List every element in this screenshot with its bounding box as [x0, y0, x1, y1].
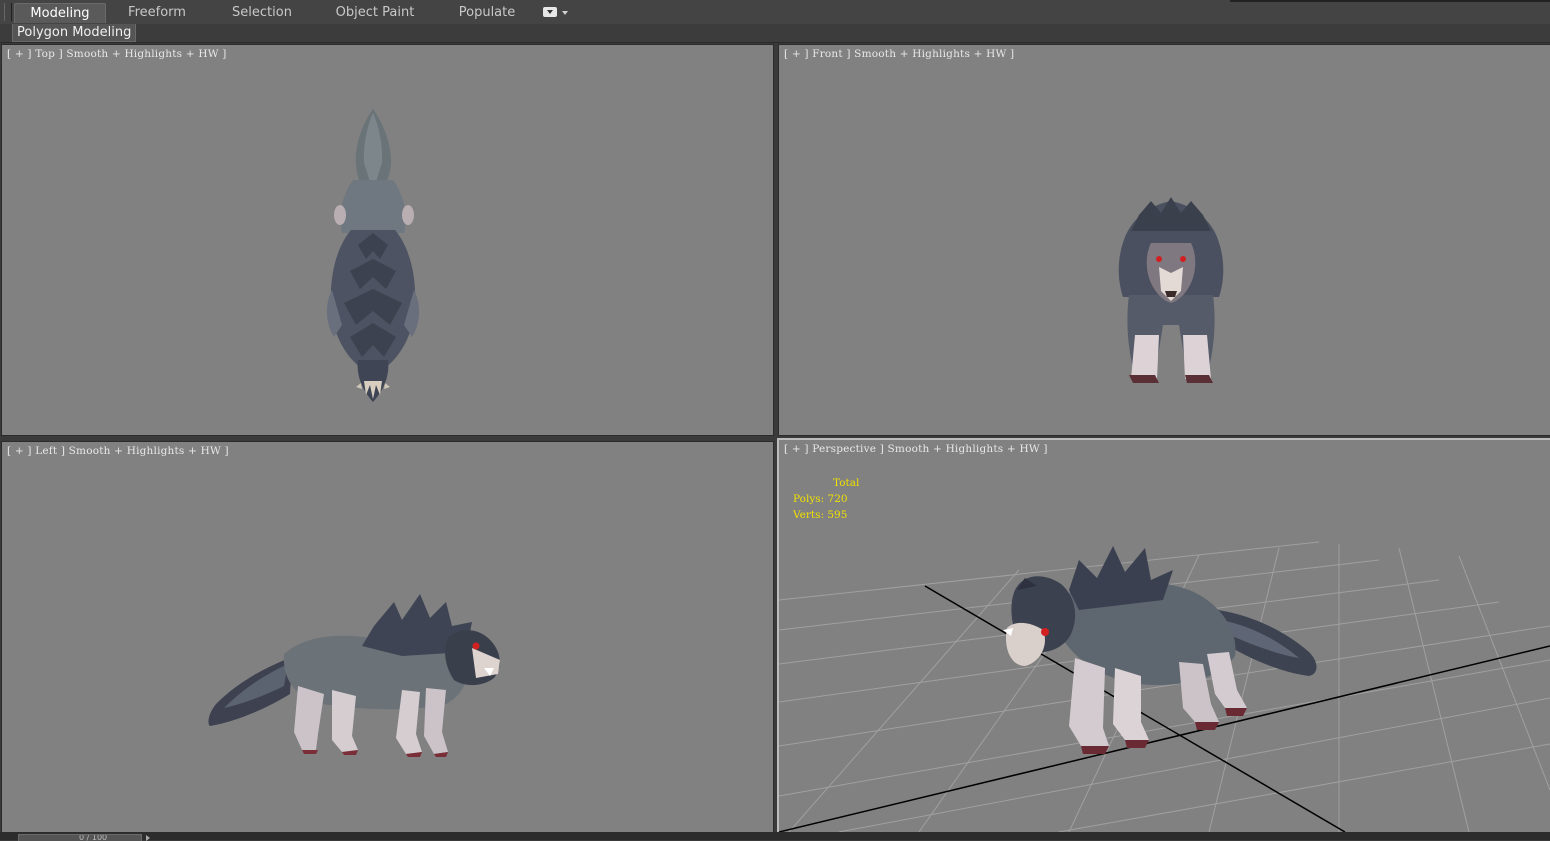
- stats-verts-row: Verts: 595: [793, 507, 859, 523]
- viewport-top[interactable]: [ + ] Top ] Smooth + Highlights + HW ]: [1, 44, 774, 436]
- viewport-left-label[interactable]: [ + ] Left ] Smooth + Highlights + HW ]: [7, 445, 229, 457]
- bottom-status-bar: [0, 832, 1550, 840]
- tab-freeform[interactable]: Freeform: [112, 3, 202, 22]
- tab-modeling[interactable]: Modeling: [14, 3, 106, 23]
- viewport-perspective[interactable]: [ + ] Perspective ] Smooth + Highlights …: [777, 438, 1550, 834]
- stats-verts-label: Verts:: [793, 509, 824, 521]
- stats-polys-row: Polys: 720: [793, 491, 859, 507]
- ribbon-tab-bar: Modeling Freeform Selection Object Paint…: [0, 0, 1550, 25]
- stats-polys-label: Polys:: [793, 493, 825, 505]
- viewport-top-label[interactable]: [ + ] Top ] Smooth + Highlights + HW ]: [7, 48, 227, 60]
- title-divider: [1230, 0, 1550, 2]
- viewport-perspective-label[interactable]: [ + ] Perspective ] Smooth + Highlights …: [784, 443, 1048, 455]
- scene-statistics: Total Polys: 720 Verts: 595: [793, 475, 859, 523]
- viewport-front-label[interactable]: [ + ] Front ] Smooth + Highlights + HW ]: [784, 48, 1014, 60]
- viewport-left[interactable]: [ + ] Left ] Smooth + Highlights + HW ]: [1, 441, 774, 833]
- time-slider-text: 0 / 100: [79, 835, 108, 841]
- ribbon-options-icon: [543, 7, 557, 17]
- panel-polygon-modeling[interactable]: Polygon Modeling: [12, 24, 137, 42]
- perspective-view-canvas: [779, 541, 1550, 832]
- dropdown-arrow-icon: [562, 11, 568, 15]
- viewport-front[interactable]: [ + ] Front ] Smooth + Highlights + HW ]: [778, 44, 1550, 436]
- ribbon-grip-handle[interactable]: [4, 3, 12, 21]
- wolf-model: [326, 109, 420, 402]
- stats-polys-value: 720: [827, 493, 848, 505]
- tab-selection[interactable]: Selection: [214, 3, 310, 22]
- stats-verts-value: 595: [827, 509, 848, 521]
- time-slider-next-icon[interactable]: [146, 835, 150, 841]
- wolf-model: [208, 594, 500, 757]
- tab-populate[interactable]: Populate: [444, 3, 530, 22]
- stats-header: Total: [833, 477, 860, 489]
- wolf-model: [1118, 197, 1224, 383]
- top-view-canvas: [326, 109, 420, 402]
- left-view-canvas: [208, 594, 500, 757]
- ribbon-panel-bar: Polygon Modeling: [0, 24, 1550, 43]
- ribbon-options-button[interactable]: [543, 7, 569, 19]
- tab-object-paint[interactable]: Object Paint: [326, 3, 424, 22]
- front-view-canvas: [1118, 197, 1224, 383]
